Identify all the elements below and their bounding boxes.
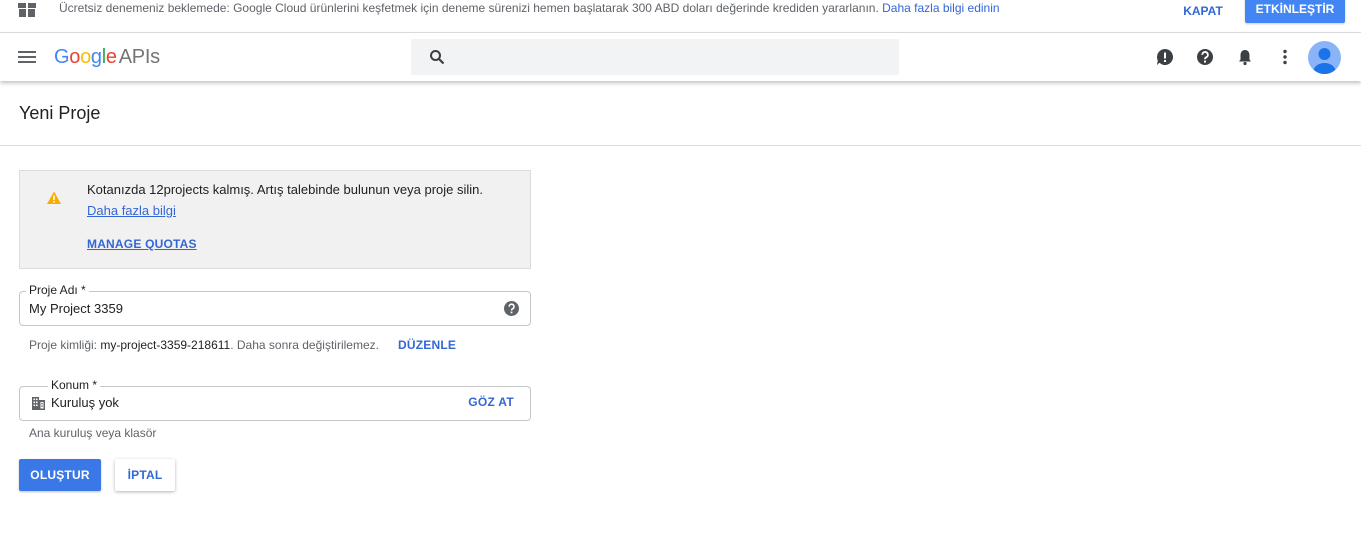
edit-project-id-button[interactable]: DÜZENLE: [398, 338, 456, 352]
person-icon: [1313, 48, 1336, 74]
project-name-field[interactable]: Proje Adı *: [19, 283, 531, 326]
logo-letter: e: [105, 46, 117, 68]
search-input[interactable]: [459, 47, 889, 67]
trial-banner: Ücretsiz denemeniz beklemede: Google Clo…: [0, 0, 1361, 33]
location-label: Konum *: [48, 378, 101, 392]
logo-letter: o: [80, 46, 91, 68]
project-id-prefix: Proje kimliği:: [29, 338, 98, 352]
location-value: Kuruluş yok: [51, 395, 119, 410]
search-icon: [430, 50, 445, 65]
page-header: Yeni Proje: [0, 81, 1361, 146]
trial-message-text: Ücretsiz denemeniz beklemede: Google Clo…: [59, 1, 879, 15]
browse-location-button[interactable]: GÖZ AT: [468, 395, 514, 409]
menu-icon[interactable]: [17, 47, 37, 67]
search-bar[interactable]: [411, 39, 899, 75]
logo-letter: o: [69, 46, 81, 68]
feedback-icon[interactable]: [1155, 47, 1175, 67]
quota-notice-text: Kotanızda 12projects kalmış. Artış taleb…: [87, 182, 484, 197]
logo-apis-text: APIs: [118, 46, 160, 68]
trial-message: Ücretsiz denemeniz beklemede: Google Clo…: [59, 1, 1000, 15]
gift-icon: [18, 3, 36, 17]
building-icon: [32, 397, 45, 410]
notifications-icon[interactable]: [1235, 47, 1255, 67]
location-field[interactable]: Konum * Kuruluş yok GÖZ AT: [19, 378, 531, 421]
project-name-input[interactable]: [29, 299, 469, 317]
location-hint: Ana kuruluş veya klasör: [29, 426, 157, 440]
project-id-hint: Proje kimliği: my-project-3359-218611. D…: [29, 338, 379, 352]
quota-notice: Kotanızda 12projects kalmış. Artış taleb…: [19, 170, 531, 269]
account-avatar[interactable]: [1308, 41, 1341, 74]
warning-icon: [47, 191, 61, 204]
page-title: Yeni Proje: [19, 103, 101, 123]
create-button[interactable]: OLUŞTUR: [19, 459, 101, 491]
help-icon[interactable]: [1195, 47, 1215, 67]
trial-learn-more-link[interactable]: Daha fazla bilgi edinin: [882, 1, 999, 15]
project-id-suffix: . Daha sonra değiştirilemez.: [230, 338, 379, 352]
logo-letter: g: [90, 46, 102, 68]
more-vert-icon[interactable]: [1275, 47, 1295, 67]
app-bar: Google APIs: [0, 33, 1361, 81]
activate-button[interactable]: ETKİNLEŞTİR: [1245, 0, 1345, 23]
help-icon[interactable]: [503, 300, 520, 317]
project-id-value: my-project-3359-218611: [100, 338, 231, 352]
logo-letter: G: [54, 46, 70, 68]
dismiss-button[interactable]: KAPAT: [1172, 1, 1234, 21]
project-name-label: Proje Adı *: [26, 283, 89, 297]
google-apis-logo[interactable]: Google APIs: [54, 46, 160, 69]
manage-quotas-link[interactable]: MANAGE QUOTAS: [87, 237, 197, 251]
cancel-button[interactable]: İPTAL: [115, 459, 175, 491]
quota-learn-more-link[interactable]: Daha fazla bilgi: [87, 203, 176, 218]
